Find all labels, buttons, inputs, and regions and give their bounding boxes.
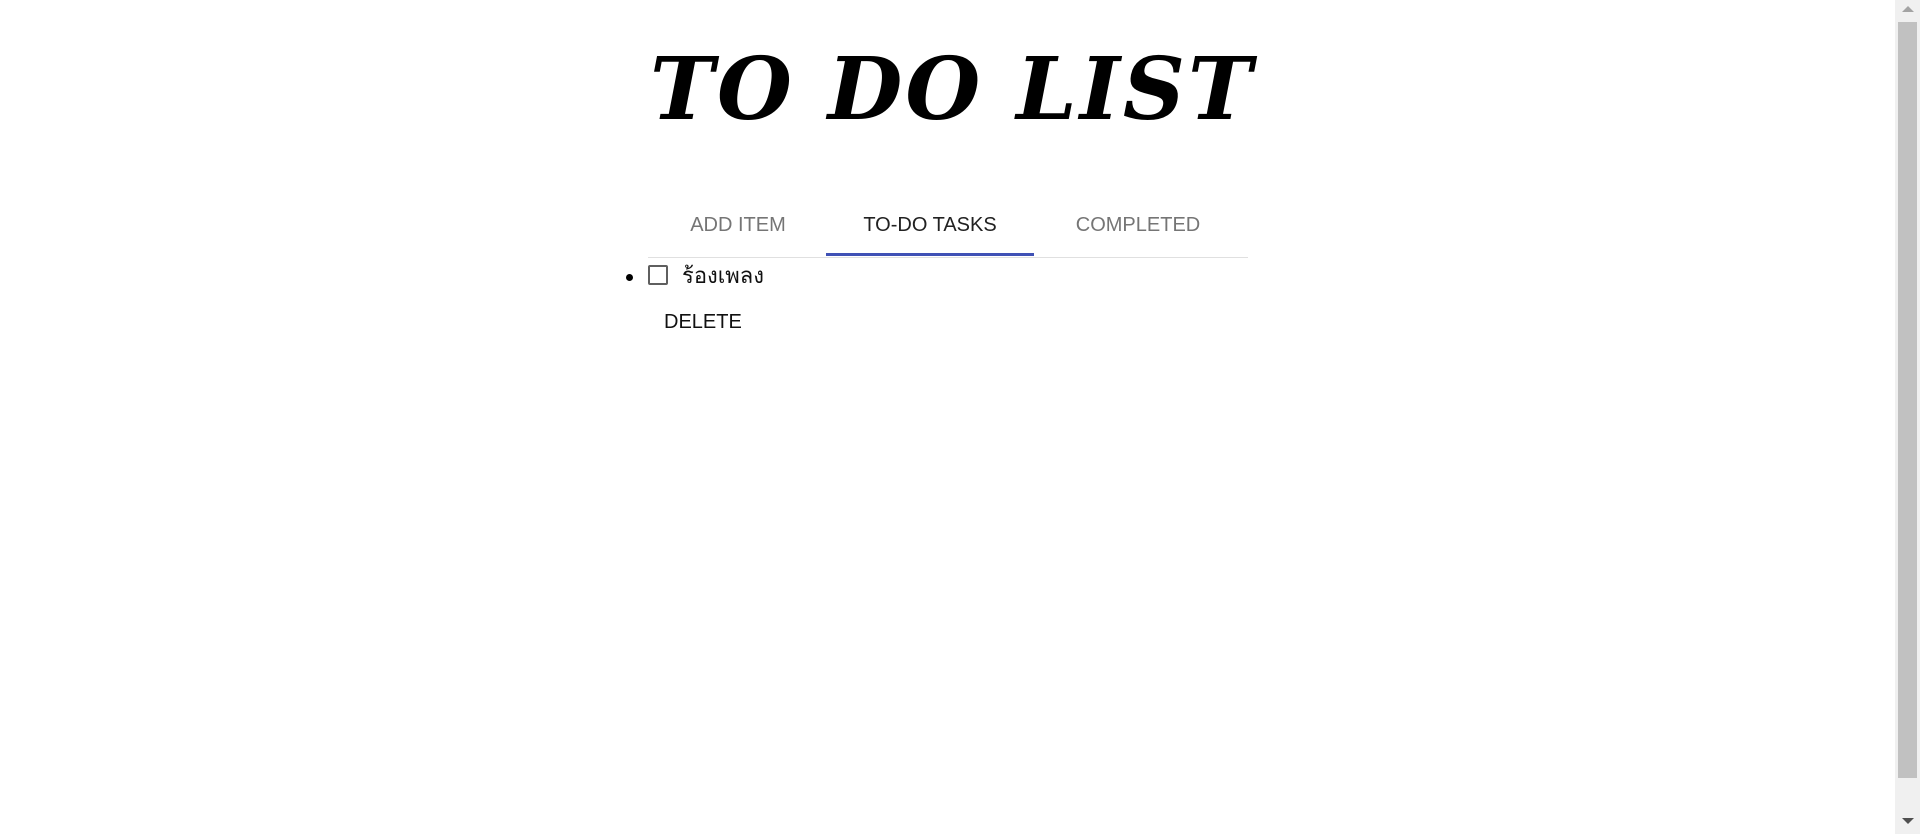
scroll-down-icon[interactable] xyxy=(1902,818,1914,824)
tab-completed[interactable]: COMPLETED xyxy=(1034,194,1242,256)
bullet-icon xyxy=(626,274,633,281)
tab-todo-tasks[interactable]: TO-DO TASKS xyxy=(826,194,1034,256)
scroll-up-icon[interactable] xyxy=(1902,6,1914,12)
page: TO DO LIST ADD ITEM TO-DO TASKS COMPLETE… xyxy=(0,0,1895,834)
active-tab-indicator xyxy=(826,253,1034,256)
vertical-scrollbar[interactable] xyxy=(1895,0,1920,834)
tab-bar: ADD ITEM TO-DO TASKS COMPLETED xyxy=(648,194,1248,258)
scroll-thumb[interactable] xyxy=(1898,22,1917,778)
tab-add-item[interactable]: ADD ITEM xyxy=(648,194,828,256)
page-title: TO DO LIST xyxy=(649,39,1256,140)
task-label: ร้องเพลง xyxy=(682,264,765,289)
task-checkbox[interactable] xyxy=(648,265,668,285)
delete-button[interactable]: DELETE xyxy=(656,308,750,336)
